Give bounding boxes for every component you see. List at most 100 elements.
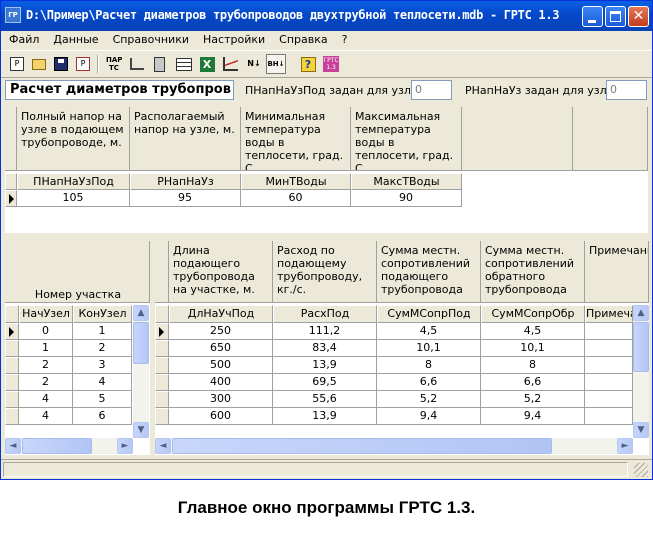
- table-cell[interactable]: 13,9: [273, 357, 377, 374]
- menu-question[interactable]: ?: [334, 31, 354, 46]
- table-cell[interactable]: 2: [73, 340, 132, 357]
- scroll-right-icon[interactable]: ►: [117, 438, 133, 454]
- menu-data[interactable]: Данные: [45, 31, 104, 46]
- scroll-thumb[interactable]: [172, 438, 552, 454]
- column-header-summsoprpod[interactable]: СумМСопрПод: [377, 305, 481, 323]
- maximize-button[interactable]: [605, 6, 626, 27]
- table-cell[interactable]: 4: [19, 391, 73, 408]
- scroll-up-icon[interactable]: ▲: [133, 305, 149, 321]
- scroll-thumb[interactable]: [133, 322, 149, 364]
- scroll-thumb[interactable]: [22, 438, 92, 454]
- scroll-up-icon[interactable]: ▲: [633, 305, 649, 321]
- app-icon[interactable]: ГР: [5, 7, 21, 23]
- table-cell[interactable]: [585, 323, 633, 340]
- scroll-down-icon[interactable]: ▼: [633, 422, 649, 438]
- left-vertical-scrollbar[interactable]: ▲ ▼: [133, 305, 149, 438]
- table-cell[interactable]: 5: [73, 391, 132, 408]
- table-cell[interactable]: 95: [130, 190, 241, 207]
- table-cell[interactable]: 55,6: [273, 391, 377, 408]
- row-indicator[interactable]: [155, 374, 169, 391]
- scroll-thumb[interactable]: [633, 322, 649, 372]
- row-indicator[interactable]: [5, 323, 19, 340]
- column-header-konuzel[interactable]: КонУзел: [73, 305, 132, 323]
- scroll-left-icon[interactable]: ◄: [5, 438, 21, 454]
- table-cell[interactable]: [585, 391, 633, 408]
- column-header-mintvody[interactable]: МинТВоды: [241, 173, 351, 190]
- table-cell[interactable]: 6,6: [377, 374, 481, 391]
- column-header-summsoprobr[interactable]: СумМСопрОбр: [481, 305, 585, 323]
- table-cell[interactable]: 2: [19, 374, 73, 391]
- column-header-raskhpod[interactable]: РасхПод: [273, 305, 377, 323]
- help-button[interactable]: ?: [298, 54, 318, 74]
- row-indicator[interactable]: [5, 340, 19, 357]
- open-button[interactable]: [29, 54, 49, 74]
- table-cell[interactable]: 60: [241, 190, 351, 207]
- row-indicator[interactable]: [155, 391, 169, 408]
- table-cell[interactable]: [585, 340, 633, 357]
- table-cell[interactable]: 105: [17, 190, 130, 207]
- table-cell[interactable]: 2: [19, 357, 73, 374]
- table-cell[interactable]: 4: [19, 408, 73, 425]
- table-button[interactable]: [174, 54, 194, 74]
- sort-vn-button[interactable]: ВН↓: [266, 54, 286, 74]
- menu-references[interactable]: Справочники: [105, 31, 195, 46]
- table-cell[interactable]: 1: [19, 340, 73, 357]
- table-cell[interactable]: 8: [377, 357, 481, 374]
- minimize-button[interactable]: [582, 6, 603, 27]
- chart-button[interactable]: [220, 54, 240, 74]
- table-cell[interactable]: 10,1: [377, 340, 481, 357]
- table-cell[interactable]: [585, 408, 633, 425]
- title-bar[interactable]: ГР D:\Пример\Расчет диаметров трубопрово…: [1, 1, 652, 31]
- print-report-button[interactable]: P: [73, 54, 93, 74]
- column-header-pnapnauzpod[interactable]: ПНапНаУзПод: [17, 173, 130, 190]
- scroll-down-icon[interactable]: ▼: [133, 422, 149, 438]
- table-cell[interactable]: 1: [73, 323, 132, 340]
- row-indicator[interactable]: [5, 408, 19, 425]
- table-cell[interactable]: 300: [169, 391, 273, 408]
- table-cell[interactable]: 650: [169, 340, 273, 357]
- table-cell[interactable]: 4: [73, 374, 132, 391]
- table-cell[interactable]: 3: [73, 357, 132, 374]
- row-indicator[interactable]: [155, 357, 169, 374]
- menu-help[interactable]: Справка: [271, 31, 333, 46]
- menu-file[interactable]: Файл: [1, 31, 45, 46]
- row-indicator[interactable]: [5, 391, 19, 408]
- column-header-makstvody[interactable]: МаксТВоды: [351, 173, 462, 190]
- sort-button[interactable]: N↓: [244, 54, 264, 74]
- supply-node-field[interactable]: 0: [411, 80, 452, 100]
- column-header-primechanie[interactable]: Примеча: [585, 305, 633, 323]
- table-cell[interactable]: 9,4: [481, 408, 585, 425]
- network-scheme-button[interactable]: [127, 54, 147, 74]
- table-cell[interactable]: 600: [169, 408, 273, 425]
- column-header-rnapnauz[interactable]: РНапНаУз: [130, 173, 241, 190]
- table-cell[interactable]: 69,5: [273, 374, 377, 391]
- excel-button[interactable]: X: [197, 54, 217, 74]
- table-cell[interactable]: [585, 374, 633, 391]
- column-header-nachuzel[interactable]: НачУзел: [19, 305, 73, 323]
- table-cell[interactable]: 4,5: [377, 323, 481, 340]
- report-button[interactable]: P: [7, 54, 27, 74]
- table-cell[interactable]: 13,9: [273, 408, 377, 425]
- save-button[interactable]: [51, 54, 71, 74]
- column-header-dlnauchpod[interactable]: ДлНаУчПод: [169, 305, 273, 323]
- table-cell[interactable]: 500: [169, 357, 273, 374]
- table-cell[interactable]: 83,4: [273, 340, 377, 357]
- table-cell[interactable]: 5,2: [377, 391, 481, 408]
- table-cell[interactable]: 90: [351, 190, 462, 207]
- table-cell[interactable]: 10,1: [481, 340, 585, 357]
- row-indicator[interactable]: [155, 408, 169, 425]
- right-horizontal-scrollbar[interactable]: ◄ ►: [155, 438, 633, 454]
- row-indicator[interactable]: [155, 323, 169, 340]
- table-cell[interactable]: 111,2: [273, 323, 377, 340]
- row-indicator[interactable]: [5, 190, 17, 207]
- table-cell[interactable]: 5,2: [481, 391, 585, 408]
- calculator-button[interactable]: [149, 54, 169, 74]
- right-vertical-scrollbar[interactable]: ▲ ▼: [633, 305, 649, 438]
- row-indicator[interactable]: [155, 340, 169, 357]
- table-cell[interactable]: 6,6: [481, 374, 585, 391]
- row-indicator[interactable]: [5, 374, 19, 391]
- left-horizontal-scrollbar[interactable]: ◄ ►: [5, 438, 133, 454]
- table-cell[interactable]: [585, 357, 633, 374]
- resize-grip-icon[interactable]: [634, 463, 648, 477]
- table-cell[interactable]: 0: [19, 323, 73, 340]
